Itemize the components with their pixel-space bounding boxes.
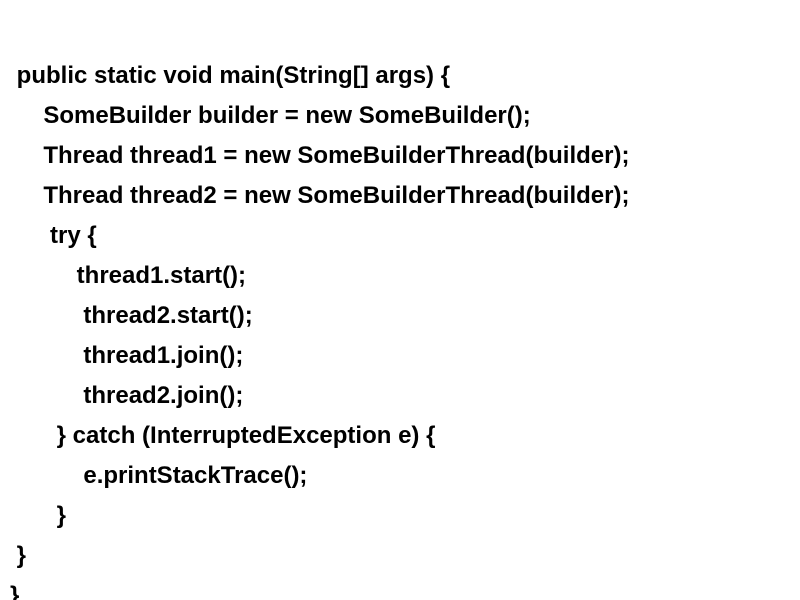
code-line: thread2.join(); <box>10 382 243 409</box>
code-line: Thread thread1 = new SomeBuilderThread(b… <box>10 142 629 169</box>
code-line: thread1.start(); <box>10 262 246 289</box>
code-line: } <box>10 542 26 569</box>
code-line: try { <box>10 222 97 249</box>
code-line: thread2.start(); <box>10 302 253 329</box>
code-line: thread1.join(); <box>10 342 243 369</box>
code-line: SomeBuilder builder = new SomeBuilder(); <box>10 102 531 129</box>
code-line: } catch (InterruptedException e) { <box>10 422 435 449</box>
code-line: e.printStackTrace(); <box>10 462 307 489</box>
code-line: } <box>10 502 66 529</box>
code-line: public static void main(String[] args) { <box>10 62 450 89</box>
code-line: } <box>10 582 19 600</box>
code-line: Thread thread2 = new SomeBuilderThread(b… <box>10 182 629 209</box>
code-block: public static void main(String[] args) {… <box>0 0 800 600</box>
